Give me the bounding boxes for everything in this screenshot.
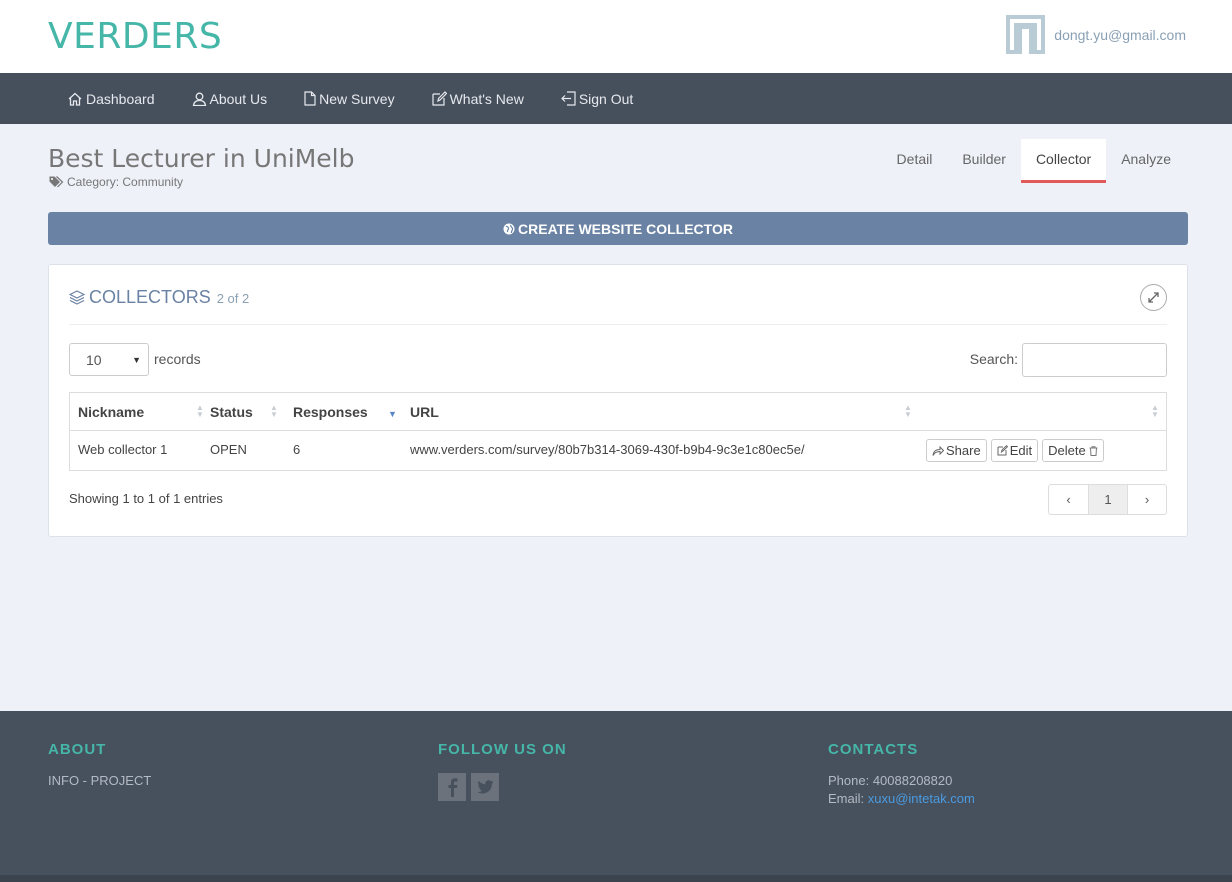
panel-count: 2 of 2 (216, 291, 250, 306)
table-header: Nickname ▲ ▼ Status ▲ ▼ Responses ▼ URL ▲ ▼… (70, 393, 1166, 431)
twitter-icon[interactable] (471, 773, 499, 801)
file-icon (304, 91, 316, 106)
collectors-table: Nickname ▲ ▼ Status ▲ ▼ Responses ▼ URL ▲ ▼… (69, 392, 1167, 471)
tab-collector[interactable]: Collector (1020, 139, 1107, 183)
footer-about: ABOUT INFO - PROJECT (48, 741, 151, 790)
user-icon (192, 92, 206, 106)
footer-email-line: Email: xuxu@intetak.com (828, 791, 975, 806)
page-title: Best Lecturer in UniMelb (48, 144, 355, 173)
sign-out-icon (560, 91, 576, 106)
expand-button[interactable] (1140, 284, 1167, 311)
sort-desc-icon: ▼ (388, 409, 397, 419)
table-info: Showing 1 to 1 of 1 entries (69, 491, 223, 506)
share-button[interactable]: Share (926, 439, 987, 462)
create-website-collector-button[interactable]: CREATE WEBSITE COLLECTOR (48, 212, 1188, 245)
panel-title-text: COLLECTORS (89, 287, 211, 307)
user-menu[interactable]: dongt.yu@gmail.com (1006, 15, 1186, 54)
cell-responses: 6 (293, 442, 301, 457)
brand-logo[interactable]: VERDERS (48, 16, 222, 57)
home-icon (68, 92, 82, 106)
social-links (438, 773, 567, 801)
header: VERDERS dongt.yu@gmail.com (0, 0, 1232, 73)
nav-whats-new[interactable]: What's New (431, 91, 524, 107)
pagination-prev[interactable]: ‹ (1049, 485, 1088, 514)
collectors-panel: COLLECTORS 2 of 2 10 ▼ records Search: N… (48, 264, 1188, 537)
delete-button[interactable]: Delete (1042, 439, 1104, 462)
footer-phone: Phone: 40088208820 (828, 773, 953, 788)
pagination-page-1[interactable]: 1 (1088, 485, 1127, 514)
nav-dashboard[interactable]: Dashboard (67, 91, 155, 107)
column-nickname[interactable]: Nickname ▲ ▼ (78, 393, 206, 430)
cell-url: www.verders.com/survey/80b7b314-3069-430… (410, 442, 805, 457)
row-actions: Share Edit Delete (926, 439, 1108, 462)
tab-analyze[interactable]: Analyze (1106, 139, 1186, 183)
expand-icon (1148, 292, 1159, 303)
nav-sign-out[interactable]: Sign Out (560, 91, 633, 107)
avatar[interactable] (1006, 15, 1046, 54)
chevron-down-icon: ▼ (132, 355, 141, 365)
footer-about-heading: ABOUT (48, 741, 107, 758)
sort-icon: ▲ ▼ (904, 403, 912, 419)
main-nav: Dashboard About Us New Survey What's New… (0, 73, 1232, 124)
sort-icon: ▲ ▼ (1151, 403, 1159, 419)
sort-icon: ▲ ▼ (270, 403, 278, 419)
survey-tabs: Detail Builder Collector Analyze (882, 139, 1186, 183)
column-responses[interactable]: Responses ▼ (293, 393, 401, 430)
nav-new-survey[interactable]: New Survey (304, 91, 395, 107)
footer: ABOUT INFO - PROJECT FOLLOW US ON CONTAC… (0, 711, 1232, 875)
column-actions[interactable]: ▲ ▼ (920, 393, 1160, 430)
trash-icon (1089, 445, 1098, 456)
column-url[interactable]: URL ▲ ▼ (410, 393, 915, 430)
pagination: ‹ 1 › (1048, 484, 1167, 515)
cell-nickname: Web collector 1 (78, 442, 168, 457)
page-length-select[interactable]: 10 ▼ (69, 343, 149, 376)
layers-icon (69, 290, 85, 305)
records-label: records (154, 351, 201, 367)
share-icon (932, 445, 944, 456)
edit-icon (431, 91, 447, 106)
facebook-icon[interactable] (438, 773, 466, 801)
survey-category: Category: Community (49, 175, 183, 189)
divider (69, 324, 1167, 325)
footer-follow: FOLLOW US ON (438, 741, 567, 801)
tags-icon (49, 176, 64, 188)
sort-icon: ▲ ▼ (196, 403, 204, 419)
tab-detail[interactable]: Detail (882, 139, 948, 183)
footer-follow-heading: FOLLOW US ON (438, 741, 567, 758)
user-email[interactable]: dongt.yu@gmail.com (1054, 27, 1186, 43)
footer-bottom-bar (0, 875, 1232, 882)
table-row: Web collector 1 OPEN 6 www.verders.com/s… (70, 431, 1166, 470)
nav-about-us[interactable]: About Us (192, 91, 267, 107)
search-label: Search: (969, 351, 1018, 367)
cell-status: OPEN (210, 442, 247, 457)
pagination-next[interactable]: › (1127, 485, 1166, 514)
footer-contacts: CONTACTS Phone: 40088208820 Email: xuxu@… (828, 741, 975, 808)
panel-title: COLLECTORS 2 of 2 (69, 287, 249, 308)
edit-icon (997, 445, 1008, 456)
column-status[interactable]: Status ▲ ▼ (210, 393, 288, 430)
tab-builder[interactable]: Builder (947, 139, 1021, 183)
footer-contact-info: Phone: 40088208820 Email: xuxu@intetak.c… (828, 772, 975, 808)
edit-button[interactable]: Edit (990, 439, 1039, 462)
search-input[interactable] (1022, 343, 1167, 377)
globe-icon (503, 223, 515, 234)
footer-contacts-heading: CONTACTS (828, 741, 919, 758)
footer-email-link[interactable]: xuxu@intetak.com (868, 791, 975, 806)
footer-about-link[interactable]: INFO - PROJECT (48, 772, 151, 790)
